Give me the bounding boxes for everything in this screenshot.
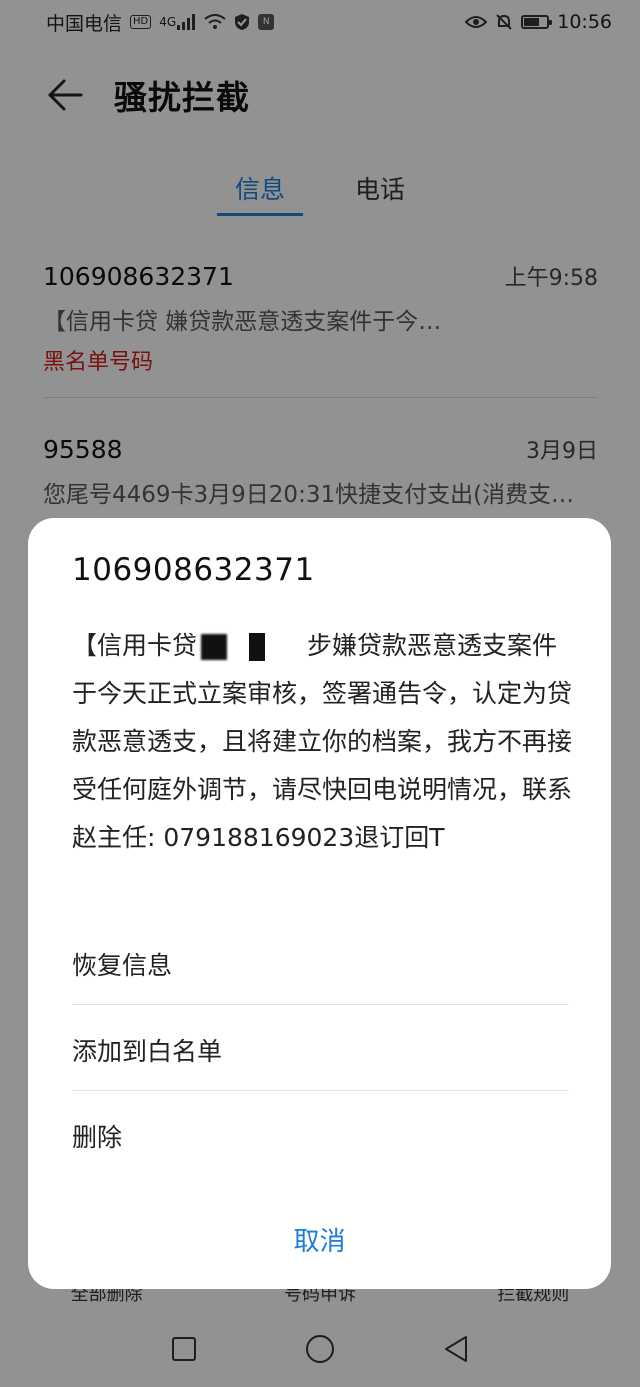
add-to-whitelist-option[interactable]: 添加到白名单 [72,1032,569,1068]
divider [72,1004,569,1005]
redaction-mark [249,633,266,661]
cancel-button[interactable]: 取消 [28,1221,611,1258]
body-prefix: 【信用卡贷 [72,631,198,660]
divider [72,1090,569,1091]
message-detail-dialog: 106908632371 【信用卡贷 步嫌贷款恶意透支案件于今天正式立案审核，签署… [28,518,611,1289]
dialog-sender-number: 106908632371 [72,552,315,588]
dialog-message-body: 【信用卡贷 步嫌贷款恶意透支案件于今天正式立案审核，签署通告令，认定为贷款恶意透支… [72,622,572,862]
body-text: 步嫌贷款恶意透支案件于今天正式立案审核，签署通告令，认定为贷款恶意透支，且将建立… [72,631,573,852]
delete-option[interactable]: 删除 [72,1118,569,1154]
restore-message-option[interactable]: 恢复信息 [72,946,569,982]
redaction-mark [201,634,228,660]
